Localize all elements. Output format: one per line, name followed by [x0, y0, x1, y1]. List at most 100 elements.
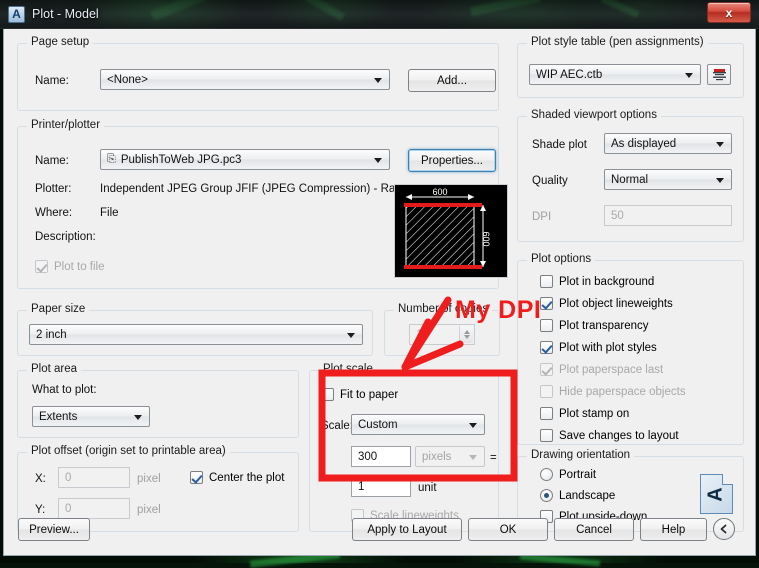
- printer-plotter-legend: Printer/plotter: [27, 119, 104, 131]
- plot-option-label: Save changes to layout: [559, 430, 679, 442]
- center-the-plot-checkbox[interactable]: Center the plot: [190, 471, 284, 484]
- chevron-down-icon: [134, 415, 142, 420]
- autocad-a-icon: A: [8, 6, 25, 23]
- scale-combo[interactable]: Custom: [351, 414, 485, 435]
- chevron-down-icon: [716, 142, 724, 147]
- plot-options-group: Plot options Plot in background Plot obj…: [517, 260, 744, 445]
- dialog-body: Page setup Name: <None> Add... Printer/p…: [4, 29, 755, 509]
- dpi-input[interactable]: 50: [604, 205, 732, 226]
- chevron-down-icon: [374, 78, 382, 83]
- chevron-down-icon: [374, 158, 382, 163]
- printer-plotter-group: Printer/plotter Name: ⎘ PublishToWeb JPG…: [17, 126, 499, 289]
- checkbox-box: [540, 341, 553, 354]
- dialog-footer: Preview... Apply to Layout OK Cancel Hel…: [4, 509, 755, 555]
- plot-option-hide-paperspace-objects: Hide paperspace objects: [540, 385, 686, 398]
- copies-value: 1: [416, 329, 422, 341]
- checkbox-box: [540, 363, 553, 376]
- number-of-copies-group: Number of copies 1: [384, 310, 500, 356]
- properties-button-label: Properties...: [421, 155, 483, 167]
- orientation-preview-icon: A: [700, 474, 733, 514]
- scale-denominator-unit: unit: [418, 482, 437, 494]
- add-button[interactable]: Add...: [408, 69, 496, 92]
- plot-option-plot-object-lineweights[interactable]: Plot object lineweights: [540, 297, 673, 310]
- checkbox-box: [540, 385, 553, 398]
- offset-x-input[interactable]: 0: [58, 467, 130, 488]
- radio-dot: [540, 468, 553, 481]
- chevron-down-icon: [469, 423, 477, 428]
- chevron-down-icon: [469, 455, 477, 460]
- checkbox-box: [540, 319, 553, 332]
- scale-numerator-value: 300: [358, 451, 377, 463]
- plot-option-label: Plot transparency: [559, 320, 649, 332]
- what-to-plot-combo[interactable]: Extents: [32, 406, 150, 427]
- what-to-plot-value: Extents: [39, 411, 77, 423]
- where-value: File: [100, 207, 119, 219]
- copies-spinner[interactable]: [459, 326, 473, 343]
- plotter-icon: ⎘: [107, 153, 116, 166]
- quality-value: Normal: [611, 174, 648, 186]
- fit-to-paper-checkbox[interactable]: Fit to paper: [321, 388, 398, 401]
- plot-dialog-window: A Plot - Model x Page setup Name: <None>…: [0, 0, 759, 563]
- shade-plot-combo[interactable]: As displayed: [604, 133, 732, 154]
- description-label: Description:: [35, 231, 96, 243]
- preview-button[interactable]: Preview...: [18, 518, 90, 541]
- dpi-value: 50: [611, 210, 624, 222]
- pen-table-icon[interactable]: [707, 64, 731, 85]
- cancel-button[interactable]: Cancel: [554, 518, 634, 541]
- plot-option-plot-in-background[interactable]: Plot in background: [540, 275, 654, 288]
- checkbox-box: [35, 260, 48, 273]
- window-title: Plot - Model: [32, 7, 99, 21]
- shade-plot-label: Shade plot: [532, 139, 587, 151]
- page-setup-name-value: <None>: [107, 74, 148, 86]
- orientation-portrait-radio[interactable]: Portrait: [540, 468, 596, 481]
- plot-options-legend: Plot options: [527, 253, 595, 265]
- checkbox-box: [540, 297, 553, 310]
- scale-units-combo[interactable]: pixels: [415, 446, 485, 467]
- scale-denominator-input[interactable]: 1: [351, 476, 411, 497]
- plot-option-label: Hide paperspace objects: [559, 386, 686, 398]
- page-setup-name-combo[interactable]: <None>: [100, 69, 390, 90]
- apply-to-layout-label: Apply to Layout: [367, 524, 446, 536]
- shade-plot-value: As displayed: [611, 138, 676, 150]
- copies-input[interactable]: 1: [409, 324, 475, 345]
- chevron-left-icon[interactable]: [713, 518, 735, 540]
- dialog-client-area: Page setup Name: <None> Add... Printer/p…: [3, 29, 756, 556]
- preview-svg: 600 600: [395, 185, 507, 277]
- plot-option-plot-with-plot-styles[interactable]: Plot with plot styles: [540, 341, 657, 354]
- properties-button[interactable]: Properties...: [408, 149, 496, 172]
- add-button-label: Add...: [437, 75, 467, 87]
- help-button[interactable]: Help: [640, 518, 707, 541]
- paper-size-legend: Paper size: [27, 303, 89, 315]
- page-setup-group: Page setup Name: <None> Add...: [17, 43, 499, 111]
- checkbox-box: [540, 407, 553, 420]
- scale-numerator-input[interactable]: 300: [351, 446, 411, 467]
- dpi-label: DPI: [532, 211, 551, 223]
- orientation-landscape-radio[interactable]: Landscape: [540, 489, 615, 502]
- plot-option-plot-transparency[interactable]: Plot transparency: [540, 319, 649, 332]
- close-button[interactable]: x: [707, 2, 751, 23]
- preview-width-dim: 600: [432, 187, 447, 197]
- plot-option-save-changes-to-layout[interactable]: Save changes to layout: [540, 429, 679, 442]
- apply-to-layout-button[interactable]: Apply to Layout: [352, 518, 462, 541]
- orientation-landscape-label: Landscape: [559, 490, 615, 502]
- preview-button-label: Preview...: [29, 524, 79, 536]
- checkbox-box: [321, 388, 334, 401]
- offset-x-label: X:: [35, 473, 46, 485]
- page-setup-legend: Page setup: [27, 36, 93, 48]
- where-label: Where:: [35, 207, 72, 219]
- title-bar[interactable]: A Plot - Model x: [0, 0, 759, 29]
- printer-name-combo[interactable]: ⎘ PublishToWeb JPG.pc3: [100, 149, 390, 170]
- orientation-icon-glyph: A: [705, 487, 728, 501]
- plot-style-combo[interactable]: WIP AEC.ctb: [529, 64, 701, 85]
- plot-to-file-label: Plot to file: [54, 261, 105, 273]
- ok-button-label: OK: [500, 524, 517, 536]
- paper-size-combo[interactable]: 2 inch: [29, 324, 363, 345]
- quality-combo[interactable]: Normal: [604, 169, 732, 190]
- checkbox-box: [190, 471, 203, 484]
- plot-option-plot-stamp-on[interactable]: Plot stamp on: [540, 407, 629, 420]
- scale-equals: =: [490, 452, 497, 464]
- plot-option-plot-paperspace-last: Plot paperspace last: [540, 363, 663, 376]
- ok-button[interactable]: OK: [468, 518, 548, 541]
- shaded-viewport-legend: Shaded viewport options: [527, 109, 661, 121]
- printer-name-value: PublishToWeb JPG.pc3: [121, 154, 242, 166]
